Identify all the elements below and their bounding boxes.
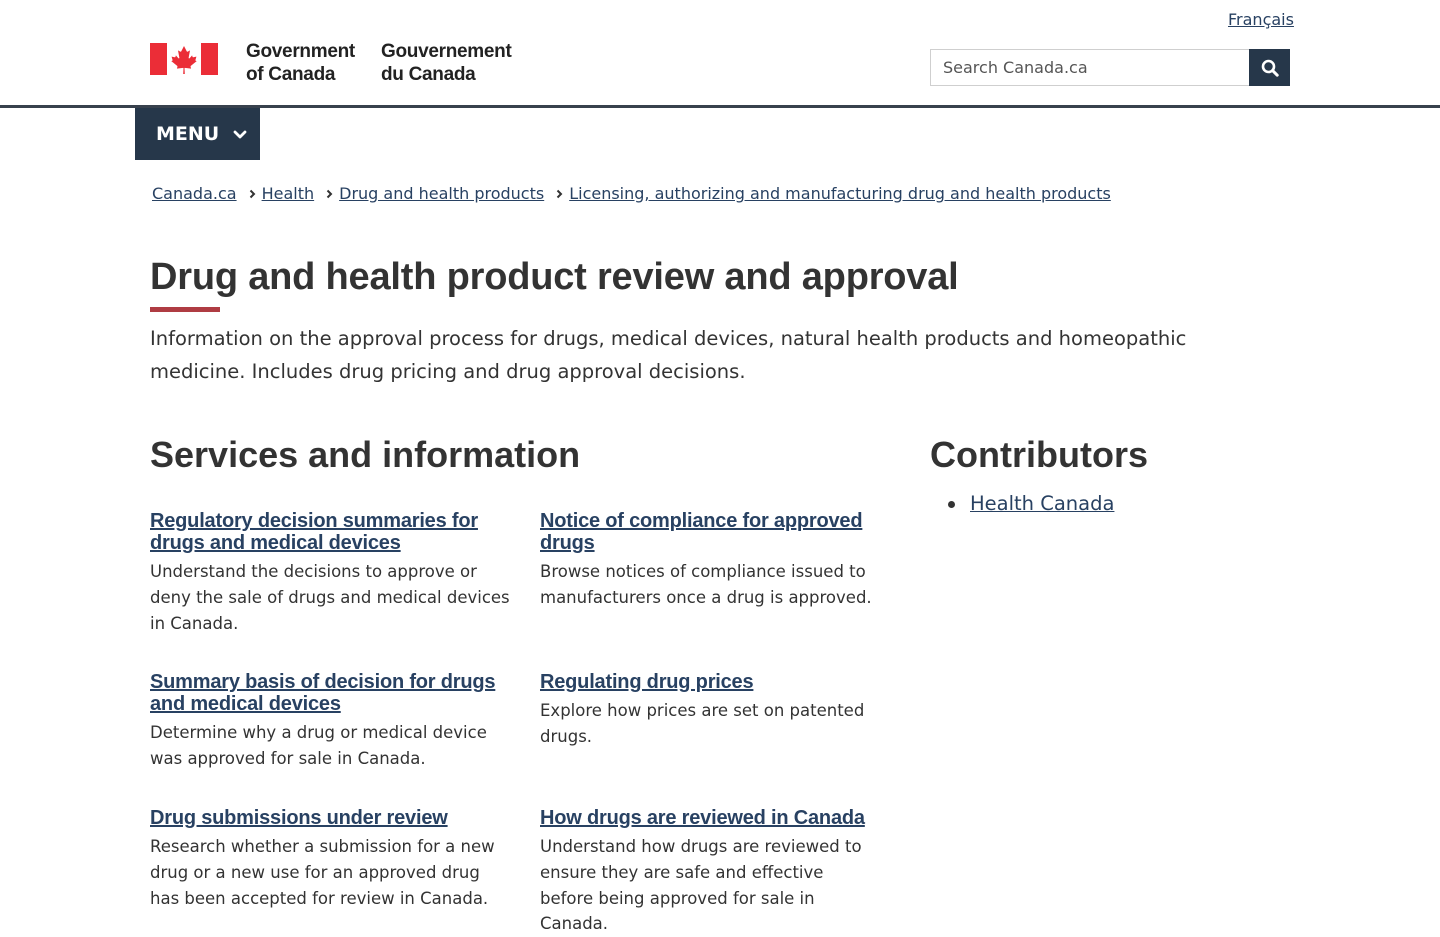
service-card: Summary basis of decision for drugs and … [150, 671, 512, 772]
menu-label: MENU [156, 123, 220, 145]
search-input[interactable] [930, 49, 1249, 86]
contributors-heading: Contributors [930, 434, 1148, 475]
wordmark-fr-line1: Gouvernement [381, 41, 512, 62]
service-link-how-drugs-are-reviewed[interactable]: How drugs are reviewed in Canada [540, 807, 875, 829]
service-card: Drug submissions under review Research w… [150, 807, 512, 911]
site-search [930, 49, 1290, 86]
breadcrumb-link-canada[interactable]: Canada.ca [152, 184, 237, 203]
chevron-right-icon [326, 189, 333, 198]
service-description: Explore how prices are set on patented d… [540, 701, 865, 746]
page-intro: Information on the approval process for … [150, 327, 1187, 383]
contributor-link-health-canada[interactable]: Health Canada [970, 492, 1114, 515]
service-link-regulating-drug-prices[interactable]: Regulating drug prices [540, 671, 875, 693]
service-description: Understand how drugs are reviewed to ens… [540, 837, 862, 934]
service-card: Notice of compliance for approved drugs … [540, 510, 875, 611]
language-toggle-link[interactable]: Français [1228, 10, 1294, 29]
wordmark-en-line2: of Canada [246, 64, 336, 85]
list-item: Health Canada [930, 489, 1114, 519]
wordmark-fr-line2: du Canada [381, 64, 476, 85]
service-card: Regulatory decision summaries for drugs … [150, 510, 512, 636]
main-menu-button[interactable]: MENU [135, 108, 260, 160]
chevron-right-icon [556, 189, 563, 198]
breadcrumb-link-drug-health-products[interactable]: Drug and health products [339, 184, 544, 203]
canada-flag-icon[interactable] [150, 43, 218, 75]
breadcrumb-link-licensing[interactable]: Licensing, authorizing and manufacturing… [569, 184, 1111, 203]
chevron-down-icon [233, 130, 247, 139]
service-card: How drugs are reviewed in Canada Underst… [540, 807, 875, 937]
contributors-list: Health Canada [930, 489, 1114, 519]
title-accent-bar [150, 307, 220, 312]
service-card: Regulating drug prices Explore how price… [540, 671, 875, 750]
government-of-canada-wordmark-fr[interactable]: Gouvernement du Canada [381, 40, 512, 86]
service-description: Understand the decisions to approve or d… [150, 562, 510, 633]
page-title: Drug and health product review and appro… [150, 256, 959, 298]
chevron-right-icon [249, 189, 255, 198]
breadcrumb: Canada.ca Health Drug and health product… [152, 184, 1111, 203]
government-of-canada-wordmark-en[interactable]: Government of Canada [246, 40, 355, 86]
search-icon [1261, 59, 1279, 77]
service-link-drug-submissions-under-review[interactable]: Drug submissions under review [150, 807, 512, 829]
wordmark-en-line1: Government [246, 41, 355, 62]
bullet-icon [948, 501, 955, 508]
service-description: Browse notices of compliance issued to m… [540, 562, 872, 607]
service-description: Determine why a drug or medical device w… [150, 723, 487, 768]
services-heading: Services and information [150, 434, 581, 475]
search-button[interactable] [1249, 49, 1290, 86]
service-link-summary-basis-of-decision[interactable]: Summary basis of decision for drugs and … [150, 671, 512, 715]
breadcrumb-link-health[interactable]: Health [262, 184, 315, 203]
service-link-regulatory-decision-summaries[interactable]: Regulatory decision summaries for drugs … [150, 510, 512, 554]
service-link-notice-of-compliance[interactable]: Notice of compliance for approved drugs [540, 510, 875, 554]
